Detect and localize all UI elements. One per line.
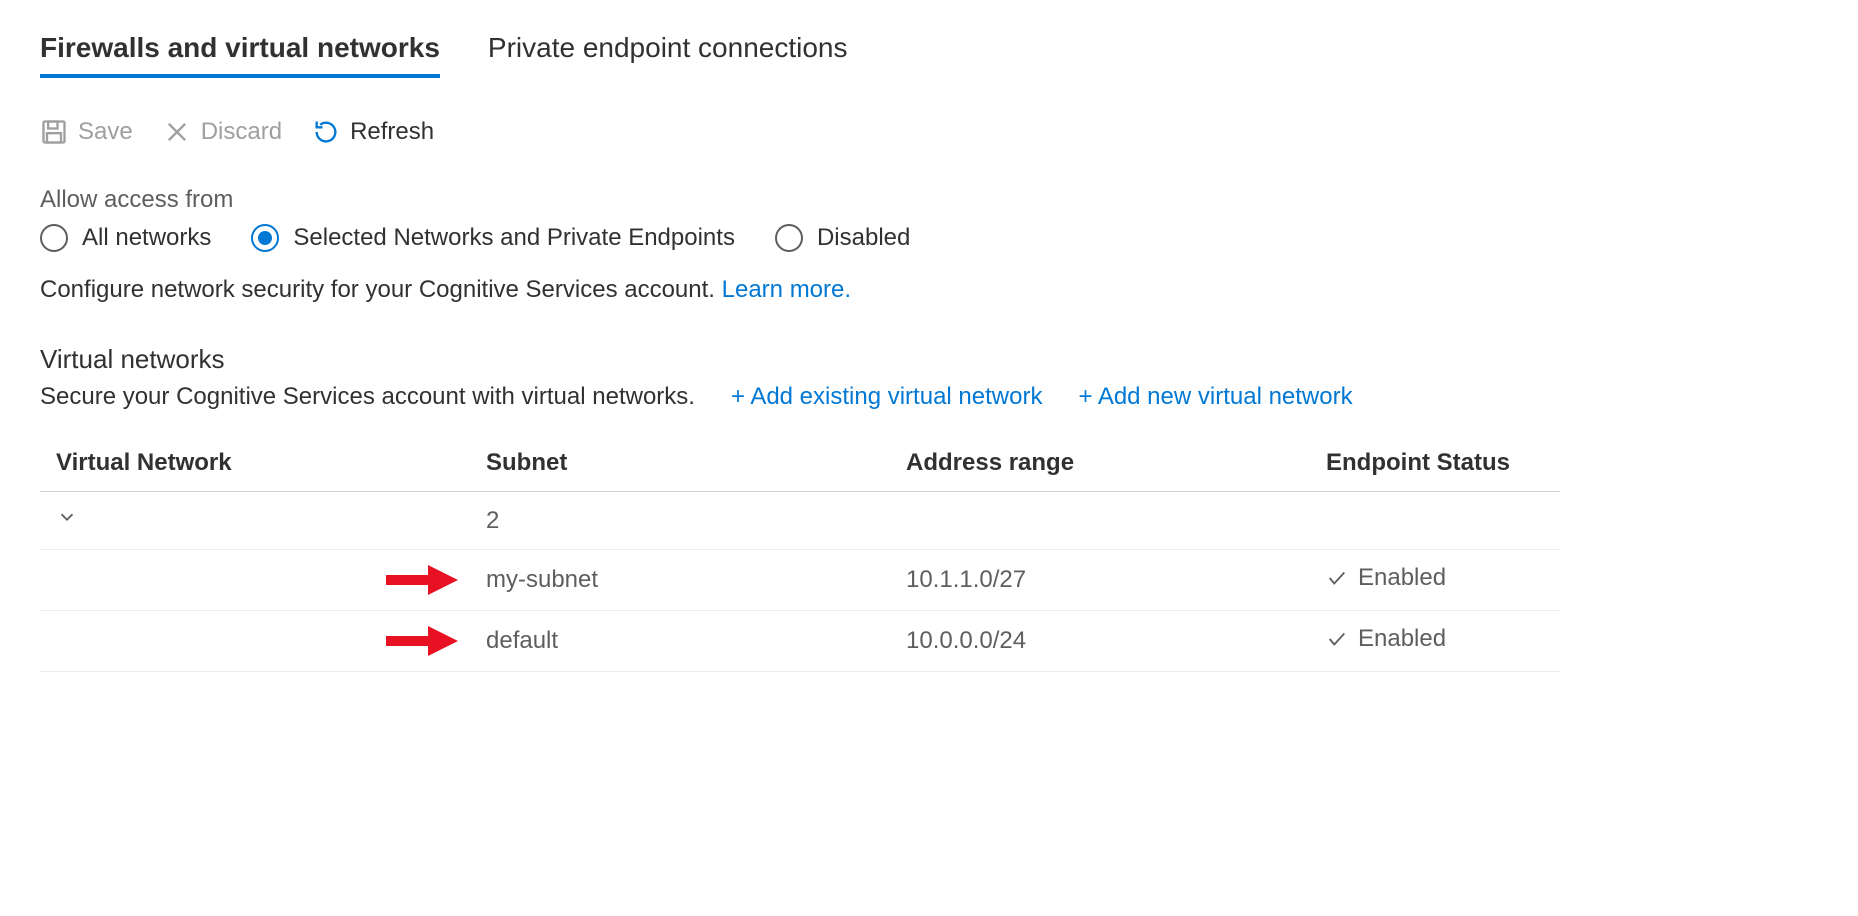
- annotation-arrow-icon: [386, 626, 458, 656]
- toolbar: Save Discard Refresh: [40, 118, 1818, 146]
- chevron-down-icon[interactable]: [56, 506, 78, 535]
- table-header-row: Virtual Network Subnet Address range End…: [40, 435, 1560, 492]
- discard-button[interactable]: Discard: [163, 118, 282, 146]
- endpoint-status-text: Enabled: [1358, 625, 1446, 653]
- add-new-vnet-link[interactable]: + Add new virtual network: [1078, 383, 1352, 411]
- vnet-group-row[interactable]: 2: [40, 492, 1560, 550]
- access-desc-text: Configure network security for your Cogn…: [40, 276, 722, 303]
- save-icon: [40, 118, 68, 146]
- virtual-networks-title: Virtual networks: [40, 344, 1818, 375]
- col-virtual-network: Virtual Network: [40, 435, 470, 492]
- save-button[interactable]: Save: [40, 118, 133, 146]
- save-label: Save: [78, 118, 133, 146]
- endpoint-status: Enabled: [1326, 564, 1446, 592]
- col-address-range: Address range: [890, 435, 1310, 492]
- checkmark-icon: [1326, 628, 1348, 650]
- radio-disabled[interactable]: Disabled: [775, 224, 910, 252]
- radio-all-networks-label: All networks: [82, 224, 211, 252]
- annotation-arrow-icon: [386, 565, 458, 595]
- allow-access-label: Allow access from: [40, 186, 1818, 214]
- radio-all-networks[interactable]: All networks: [40, 224, 211, 252]
- table-row: my-subnet 10.1.1.0/27 Enabled: [40, 550, 1560, 611]
- tabs: Firewalls and virtual networks Private e…: [40, 32, 1818, 78]
- access-description: Configure network security for your Cogn…: [40, 276, 1818, 304]
- radio-selected-networks-label: Selected Networks and Private Endpoints: [293, 224, 735, 252]
- group-subnet-count: 2: [470, 492, 890, 550]
- radio-icon: [251, 224, 279, 252]
- subnet-name: default: [486, 627, 558, 655]
- col-endpoint-status: Endpoint Status: [1310, 435, 1560, 492]
- radio-icon: [775, 224, 803, 252]
- discard-label: Discard: [201, 118, 282, 146]
- radio-disabled-label: Disabled: [817, 224, 910, 252]
- add-existing-vnet-link[interactable]: + Add existing virtual network: [731, 383, 1043, 411]
- virtual-networks-table: Virtual Network Subnet Address range End…: [40, 435, 1560, 672]
- radio-icon: [40, 224, 68, 252]
- address-range: 10.1.1.0/27: [890, 550, 1310, 611]
- col-subnet: Subnet: [470, 435, 890, 492]
- tab-private-endpoints[interactable]: Private endpoint connections: [488, 32, 848, 78]
- endpoint-status-text: Enabled: [1358, 564, 1446, 592]
- virtual-networks-desc: Secure your Cognitive Services account w…: [40, 383, 695, 411]
- access-radio-group: All networks Selected Networks and Priva…: [40, 224, 1818, 252]
- address-range: 10.0.0.0/24: [890, 611, 1310, 672]
- virtual-networks-subheader: Secure your Cognitive Services account w…: [40, 383, 1818, 411]
- close-icon: [163, 118, 191, 146]
- learn-more-link[interactable]: Learn more.: [722, 276, 851, 303]
- endpoint-status: Enabled: [1326, 625, 1446, 653]
- checkmark-icon: [1326, 567, 1348, 589]
- subnet-name: my-subnet: [486, 566, 598, 594]
- refresh-button[interactable]: Refresh: [312, 118, 434, 146]
- refresh-label: Refresh: [350, 118, 434, 146]
- radio-selected-networks[interactable]: Selected Networks and Private Endpoints: [251, 224, 735, 252]
- refresh-icon: [312, 118, 340, 146]
- tab-firewalls[interactable]: Firewalls and virtual networks: [40, 32, 440, 78]
- table-row: default 10.0.0.0/24 Enabled: [40, 611, 1560, 672]
